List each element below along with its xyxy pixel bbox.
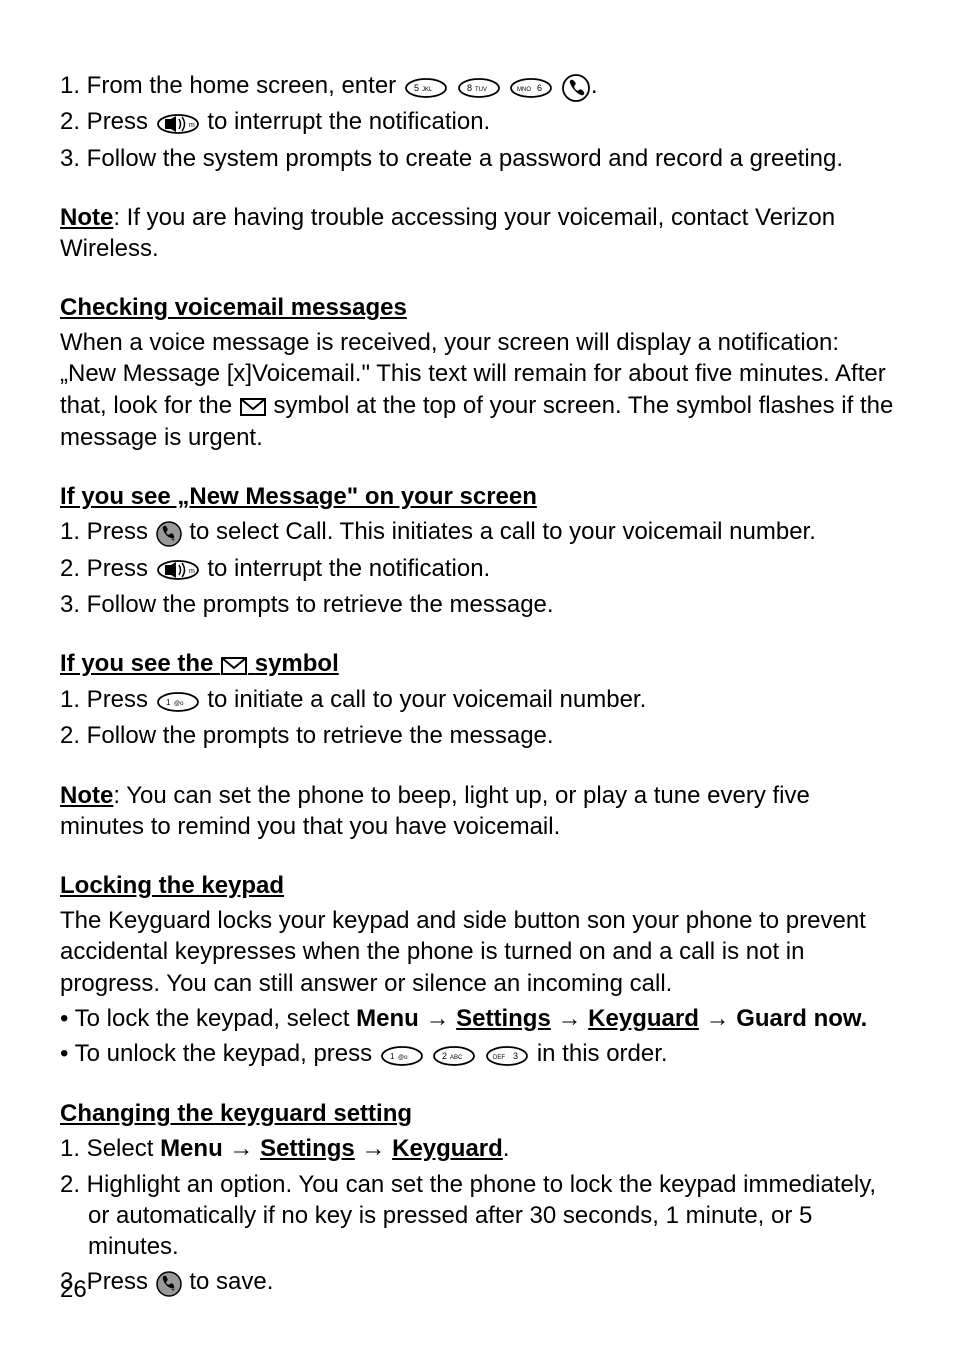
- step-3: 3. Follow the prompts to retrieve the me…: [60, 589, 894, 620]
- text: 1. Press: [60, 686, 155, 713]
- note-label: Note: [60, 204, 113, 231]
- section-symbol: If you see the symbol 1. Press 1@o to in…: [60, 648, 894, 752]
- step-1: 1. From the home screen, enter 5JKL 8TUV…: [60, 70, 894, 102]
- step-3: 3. Press to save.: [60, 1266, 894, 1298]
- section-locking-keypad: Locking the keypad The Keyguard locks yo…: [60, 870, 894, 1070]
- svg-text:JKL: JKL: [422, 87, 433, 93]
- text: .: [503, 1135, 510, 1162]
- key-3-icon: DEF 3: [485, 1039, 529, 1070]
- menu-path-guard-now: Guard now.: [736, 1005, 867, 1032]
- text: : If you are having trouble accessing yo…: [60, 204, 835, 262]
- svg-text:2: 2: [442, 1051, 447, 1061]
- ok-key-icon: [156, 1267, 182, 1298]
- svg-text:1: 1: [166, 698, 171, 707]
- text: symbol: [255, 650, 339, 677]
- menu-path-keyguard: Keyguard: [588, 1005, 699, 1032]
- section-checking-voicemail: Checking voicemail messages When a voice…: [60, 292, 894, 453]
- text: to initiate a call to your voicemail num…: [207, 686, 646, 713]
- svg-text:@o: @o: [398, 1055, 408, 1061]
- arrow: →: [419, 1005, 456, 1032]
- key-8-icon: 8TUV: [457, 71, 501, 102]
- step-3: 3. Follow the system prompts to create a…: [60, 143, 894, 174]
- ok-key-icon: [156, 517, 182, 548]
- text: • To unlock the keypad, press: [60, 1040, 379, 1067]
- heading: Changing the keyguard setting: [60, 1098, 894, 1129]
- menu-path-keyguard: Keyguard: [392, 1135, 503, 1162]
- menu-path-menu: Menu: [356, 1005, 419, 1032]
- heading: Locking the keypad: [60, 870, 894, 901]
- heading: If you see the symbol: [60, 648, 894, 680]
- svg-text:3: 3: [513, 1051, 518, 1061]
- heading: If you see „New Message" on your screen: [60, 481, 894, 512]
- svg-text:MNO: MNO: [517, 87, 531, 93]
- bullet-unlock: • To unlock the keypad, press 1@o 2ABC D…: [60, 1038, 894, 1070]
- step-1: 1. Press 1@o to initiate a call to your …: [60, 684, 894, 716]
- envelope-icon: [240, 391, 266, 422]
- text: to save.: [189, 1268, 273, 1295]
- text: to interrupt the notification.: [207, 555, 490, 582]
- menu-path-settings: Settings: [260, 1135, 355, 1162]
- svg-text:@o: @o: [174, 701, 184, 707]
- menu-path-settings: Settings: [456, 1005, 551, 1032]
- envelope-icon: [221, 649, 247, 680]
- svg-text:8: 8: [467, 83, 472, 93]
- section-new-message: If you see „New Message" on your screen …: [60, 481, 894, 620]
- text: .: [591, 72, 598, 99]
- step-2: 2. Highlight an option. You can set the …: [60, 1169, 894, 1263]
- key-6-icon: MNO 6: [509, 71, 553, 102]
- key-5-icon: 5JKL: [404, 71, 448, 102]
- clr-key-icon: [156, 107, 200, 138]
- bullet-lock: • To lock the keypad, select Menu → Sett…: [60, 1003, 894, 1034]
- svg-text:6: 6: [537, 83, 542, 93]
- step-2: 2. Press to interrupt the notification.: [60, 553, 894, 585]
- paragraph: The Keyguard locks your keypad and side …: [60, 905, 894, 999]
- text: 2. Press: [60, 108, 155, 135]
- section-changing-keyguard: Changing the keyguard setting 1. Select …: [60, 1098, 894, 1298]
- text: to interrupt the notification.: [207, 108, 490, 135]
- step-2: 2. Press to interrupt the notification.: [60, 106, 894, 138]
- svg-text:TUV: TUV: [475, 87, 487, 93]
- svg-text:ABC: ABC: [450, 1055, 463, 1061]
- note-voicemail-trouble: Note: If you are having trouble accessin…: [60, 202, 894, 264]
- text: 2. Press: [60, 555, 155, 582]
- arrow: →: [551, 1005, 588, 1032]
- clr-key-icon: [156, 554, 200, 585]
- note-beep-reminder: Note: You can set the phone to beep, lig…: [60, 780, 894, 842]
- text: to select Call. This initiates a call to…: [189, 518, 816, 545]
- arrow: →: [355, 1135, 392, 1162]
- text: 1. Select: [60, 1135, 160, 1162]
- svg-text:DEF: DEF: [493, 1055, 505, 1061]
- text: in this order.: [537, 1040, 668, 1067]
- menu-path-menu: Menu: [160, 1135, 223, 1162]
- svg-text:1: 1: [390, 1052, 395, 1061]
- arrow: →: [699, 1005, 736, 1032]
- text: 1. Press: [60, 518, 155, 545]
- text: : You can set the phone to beep, light u…: [60, 782, 810, 840]
- note-text: Note: You can set the phone to beep, lig…: [60, 780, 894, 842]
- manual-page: 1. From the home screen, enter 5JKL 8TUV…: [0, 0, 954, 1345]
- note-text: Note: If you are having trouble accessin…: [60, 202, 894, 264]
- text: If you see the: [60, 650, 220, 677]
- handset-icon: [562, 71, 590, 102]
- key-1-icon: 1@o: [156, 685, 200, 716]
- paragraph: When a voice message is received, your s…: [60, 327, 894, 453]
- step-1: 1. Select Menu → Settings → Keyguard.: [60, 1133, 894, 1164]
- key-1-icon: 1@o: [380, 1039, 424, 1070]
- text: 1. From the home screen, enter: [60, 72, 403, 99]
- text: • To lock the keypad, select: [60, 1005, 356, 1032]
- arrow: →: [223, 1135, 260, 1162]
- step-2: 2. Follow the prompts to retrieve the me…: [60, 720, 894, 751]
- note-label: Note: [60, 782, 113, 809]
- svg-text:5: 5: [414, 83, 419, 93]
- page-number: 26: [60, 1274, 87, 1305]
- heading: Checking voicemail messages: [60, 292, 894, 323]
- step-1: 1. Press to select Call. This initiates …: [60, 516, 894, 548]
- steps-setup: 1. From the home screen, enter 5JKL 8TUV…: [60, 70, 894, 174]
- key-2-icon: 2ABC: [432, 1039, 476, 1070]
